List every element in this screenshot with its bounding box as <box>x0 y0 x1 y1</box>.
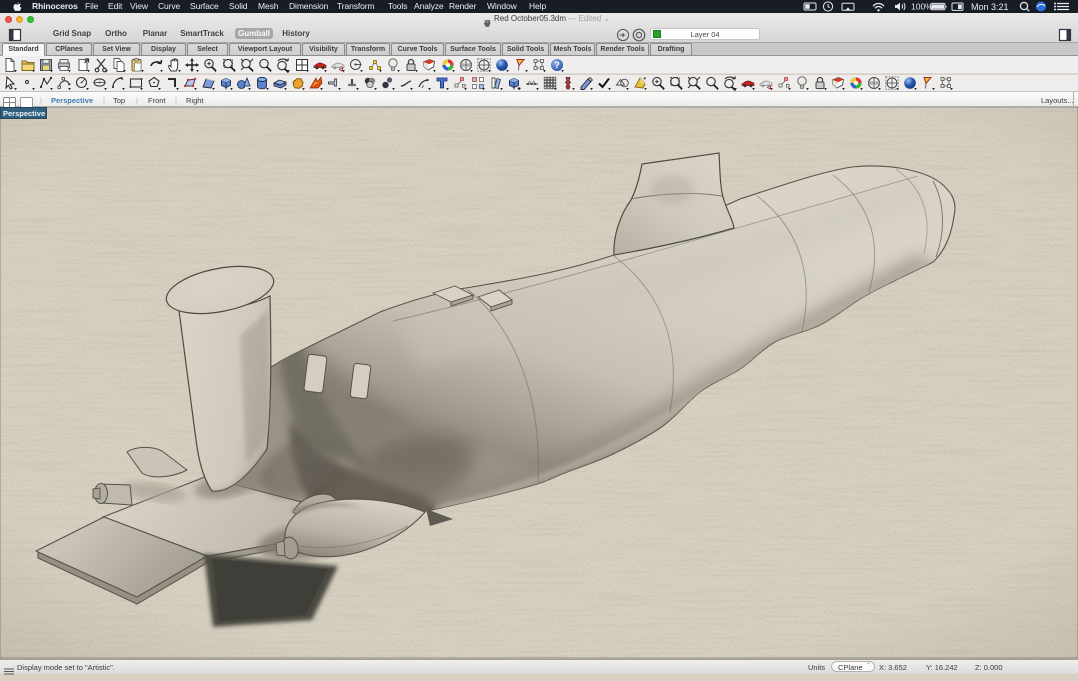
svg-text:Mon 3:21: Mon 3:21 <box>971 2 1009 12</box>
svg-text:?: ? <box>554 60 560 70</box>
svg-text:100%: 100% <box>911 2 933 12</box>
